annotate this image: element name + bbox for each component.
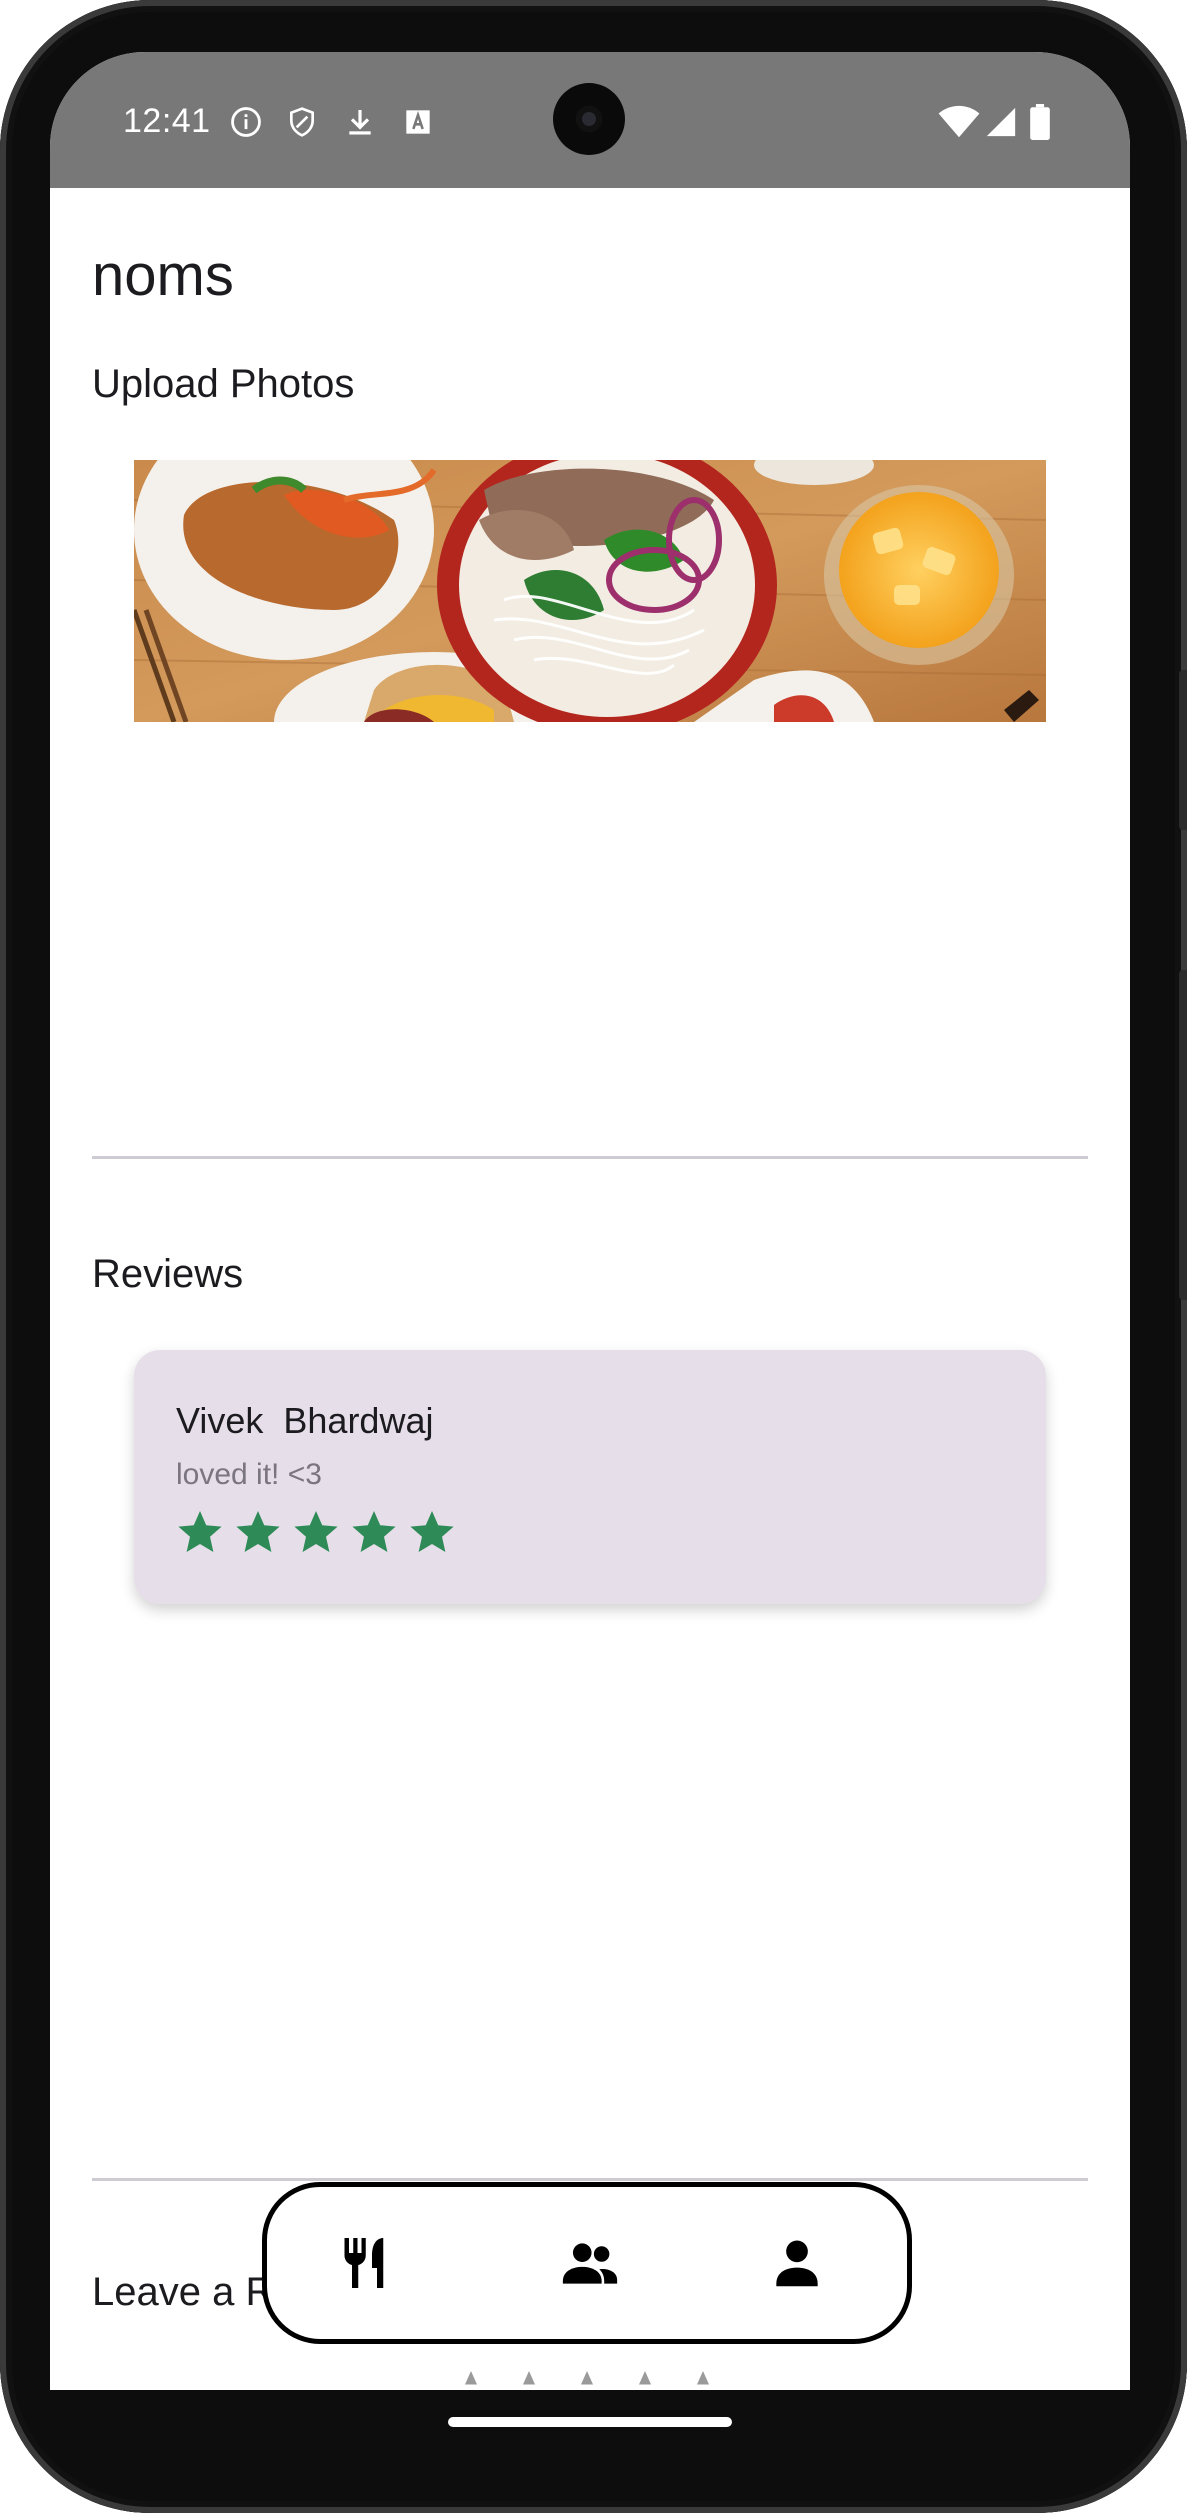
leave-review-heading: Leave a R: [92, 2270, 275, 2314]
star-icon: [410, 1511, 454, 1552]
food-photo[interactable]: [134, 460, 1046, 722]
app-screen: 12:41 noms Upload Photos Reviews Vivek B…: [50, 52, 1130, 2390]
star-outline-icon[interactable]: [462, 2368, 480, 2386]
front-camera: [553, 83, 625, 155]
section-divider: [92, 1156, 1088, 1159]
review-card: Vivek Bhardwaj loved it! <3: [134, 1350, 1046, 1604]
star-outline-icon[interactable]: [578, 2368, 596, 2386]
status-time: 12:41: [123, 102, 211, 140]
restaurant-icon: [344, 2238, 384, 2288]
status-bar: 12:41: [50, 52, 1130, 188]
battery-icon: [1025, 104, 1055, 140]
reviews-heading: Reviews: [92, 1252, 244, 1296]
star-outline-icon[interactable]: [636, 2368, 654, 2386]
upload-photos-heading: Upload Photos: [92, 362, 355, 406]
star-icon: [294, 1511, 338, 1552]
section-divider: [92, 2178, 1088, 2181]
nav-profile[interactable]: [757, 2223, 837, 2303]
star-icon: [178, 1511, 222, 1552]
bottom-navigation: [262, 2182, 912, 2344]
reviewer-name: Vivek Bhardwaj: [176, 1400, 434, 1441]
device-frame: 12:41 noms Upload Photos Reviews Vivek B…: [0, 0, 1187, 2513]
star-outline-icon[interactable]: [694, 2368, 712, 2386]
star-icon: [236, 1511, 280, 1552]
info-icon: [228, 104, 264, 140]
nav-restaurants[interactable]: [327, 2223, 407, 2303]
rating-input[interactable]: [462, 2368, 712, 2386]
star-icon: [352, 1511, 396, 1552]
nav-friends[interactable]: [550, 2223, 630, 2303]
text-icon: [400, 104, 436, 140]
wifi-icon: [937, 104, 981, 140]
app-title: noms: [92, 243, 234, 308]
power-button: [1179, 970, 1187, 1300]
gesture-handle[interactable]: [448, 2417, 732, 2427]
star-outline-icon[interactable]: [520, 2368, 538, 2386]
review-text: loved it! <3: [176, 1458, 322, 1491]
rating-stars: [176, 1508, 456, 1556]
group-icon: [562, 2243, 618, 2284]
download-icon: [342, 104, 378, 140]
volume-button: [1179, 670, 1187, 830]
signal-icon: [983, 104, 1019, 140]
person-icon: [776, 2240, 818, 2287]
shield-icon: [284, 104, 320, 140]
